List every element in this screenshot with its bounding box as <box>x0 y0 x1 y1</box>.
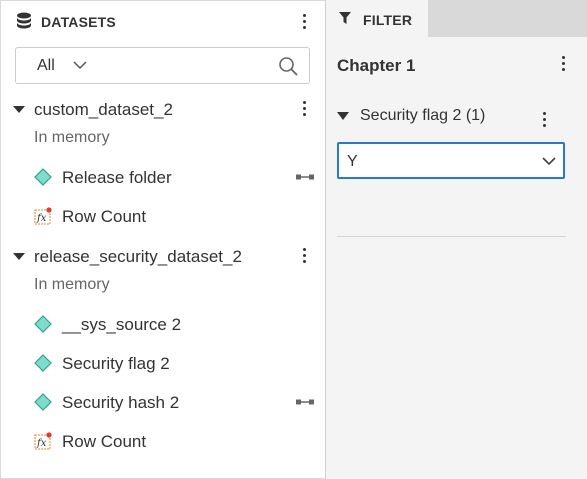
link-icon <box>296 399 314 405</box>
field-label: __sys_source 2 <box>62 315 182 334</box>
filter-value-dropdown[interactable]: Y <box>337 142 565 179</box>
filter-value: Y <box>347 153 358 170</box>
field-row-release-folder[interactable]: Release folder <box>1 161 325 193</box>
divider <box>337 236 566 237</box>
attribute-diamond-icon <box>34 354 52 372</box>
filter-menu-icon[interactable] <box>539 110 551 130</box>
datasets-panel-header: DATASETS <box>1 1 325 41</box>
tab-bar: FILTER <box>326 0 587 37</box>
funnel-icon <box>339 12 351 24</box>
datasets-panel-title: DATASETS <box>41 14 116 30</box>
tab-filter[interactable]: FILTER <box>326 0 428 37</box>
field-label: Row Count <box>62 432 147 451</box>
dataset-name: custom_dataset_2 <box>34 100 173 119</box>
fx-metric-icon: fx <box>34 207 52 225</box>
chapter-menu-icon[interactable] <box>558 54 570 74</box>
dataset-row-custom-dataset-2[interactable]: custom_dataset_2 <box>1 93 325 125</box>
dataset-location-label: In memory <box>34 276 110 293</box>
field-row-row-count[interactable]: fx Row Count <box>1 200 325 232</box>
attribute-diamond-icon <box>34 315 52 333</box>
attribute-diamond-icon <box>34 393 52 411</box>
chapter-title: Chapter 1 <box>337 56 416 75</box>
dataset-name: release_security_dataset_2 <box>34 247 242 266</box>
database-icon <box>17 12 31 29</box>
field-row-row-count[interactable]: fx Row Count <box>1 425 325 457</box>
filter-panel: FILTER Chapter 1 Security flag 2 (1) Y <box>326 0 587 479</box>
filter-name: Security flag 2 (1) <box>360 107 486 124</box>
field-row-security-hash-2[interactable]: Security hash 2 <box>1 386 325 418</box>
datasets-panel: DATASETS All custom_dataset_2 In memory … <box>0 0 326 479</box>
collapse-caret-icon[interactable] <box>13 253 25 260</box>
field-row-sys-source-2[interactable]: __sys_source 2 <box>1 308 325 340</box>
link-icon <box>296 174 314 180</box>
dataset-location-label: In memory <box>34 129 110 146</box>
dataset-menu-icon[interactable] <box>299 246 311 266</box>
chevron-down-icon <box>542 157 556 166</box>
field-label: Security hash 2 <box>62 393 180 412</box>
svg-text:fx: fx <box>36 438 47 449</box>
svg-text:fx: fx <box>36 213 47 224</box>
fx-metric-icon: fx <box>34 432 52 450</box>
app-window: DATASETS All custom_dataset_2 In memory … <box>0 0 587 479</box>
collapse-caret-icon[interactable] <box>13 106 25 113</box>
chevron-down-icon <box>73 61 87 70</box>
attribute-diamond-icon <box>34 168 52 186</box>
dataset-filter-dropdown[interactable]: All <box>15 47 310 84</box>
field-label: Row Count <box>62 207 147 226</box>
field-row-security-flag-2[interactable]: Security flag 2 <box>1 347 325 379</box>
dataset-menu-icon[interactable] <box>299 99 311 119</box>
tab-filter-label: FILTER <box>363 12 413 28</box>
field-label: Security flag 2 <box>62 354 170 373</box>
field-label: Release folder <box>62 168 172 187</box>
dataset-filter-value: All <box>37 57 55 74</box>
filter-panel-body: Chapter 1 Security flag 2 (1) Y <box>326 37 587 479</box>
datasets-menu-icon[interactable] <box>299 12 311 32</box>
filter-collapse-caret-icon[interactable] <box>337 112 349 120</box>
dataset-row-release-security-dataset-2[interactable]: release_security_dataset_2 <box>1 240 325 272</box>
search-icon[interactable] <box>278 56 298 76</box>
